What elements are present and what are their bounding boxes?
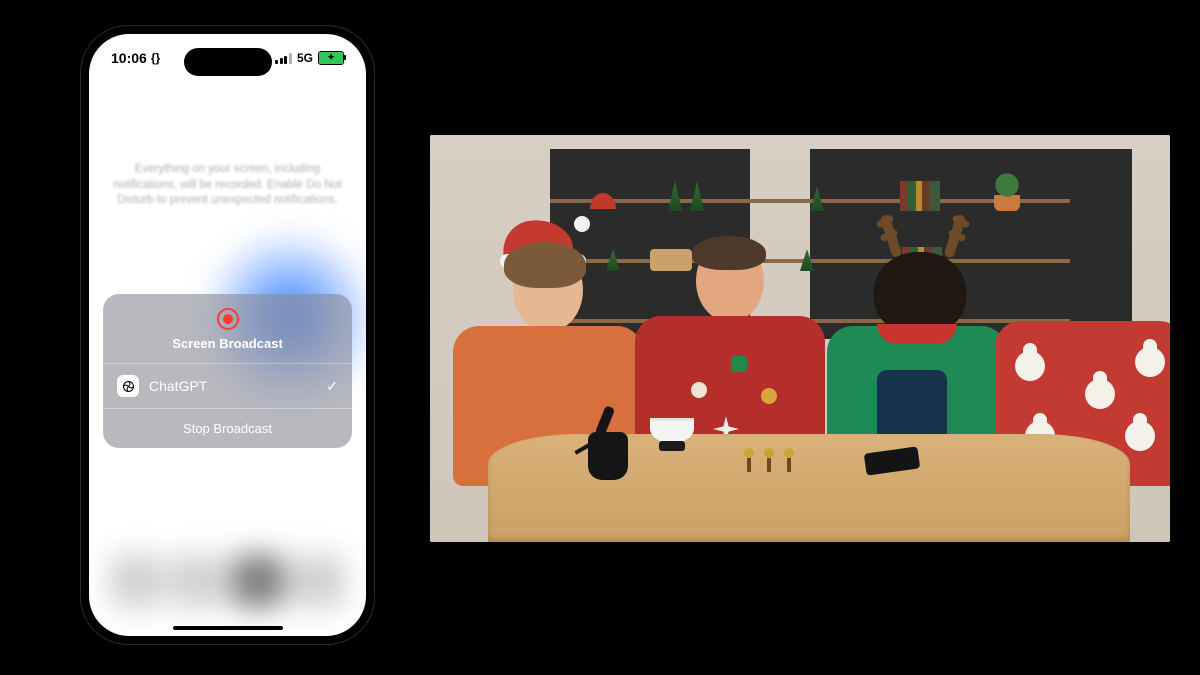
iphone-frame: 10:06 {} 5G ✦ Everything on your screen,… <box>80 25 375 645</box>
reindeer-antlers-icon <box>878 208 968 258</box>
recording-disclaimer: Everything on your screen, including not… <box>107 162 348 209</box>
home-indicator[interactable] <box>173 626 283 630</box>
screen-broadcast-sheet: Screen Broadcast ChatGPT ✓ Stop Broadcas… <box>103 294 352 448</box>
pour-over-cup-prop <box>648 418 696 448</box>
stop-broadcast-button[interactable]: Stop Broadcast <box>103 408 352 448</box>
presenter-video-panel <box>430 135 1170 542</box>
battery-icon: ✦ <box>318 51 344 65</box>
hand-bells-prop <box>740 442 810 472</box>
chatgpt-app-icon <box>117 375 139 397</box>
record-icon <box>217 308 239 330</box>
broadcast-app-row[interactable]: ChatGPT ✓ <box>103 363 352 408</box>
cellular-signal-icon <box>275 53 292 64</box>
broadcast-app-label: ChatGPT <box>149 378 316 394</box>
network-type: 5G <box>297 51 313 65</box>
iphone-screen: 10:06 {} 5G ✦ Everything on your screen,… <box>89 34 366 636</box>
sheet-title: Screen Broadcast <box>103 336 352 351</box>
status-time: 10:06 <box>111 50 147 66</box>
kettle-prop <box>580 408 640 480</box>
dev-mode-badge: {} <box>151 51 160 65</box>
dynamic-island <box>184 48 272 76</box>
presentation-stage: 10:06 {} 5G ✦ Everything on your screen,… <box>0 0 1200 675</box>
checkmark-icon: ✓ <box>326 378 338 395</box>
